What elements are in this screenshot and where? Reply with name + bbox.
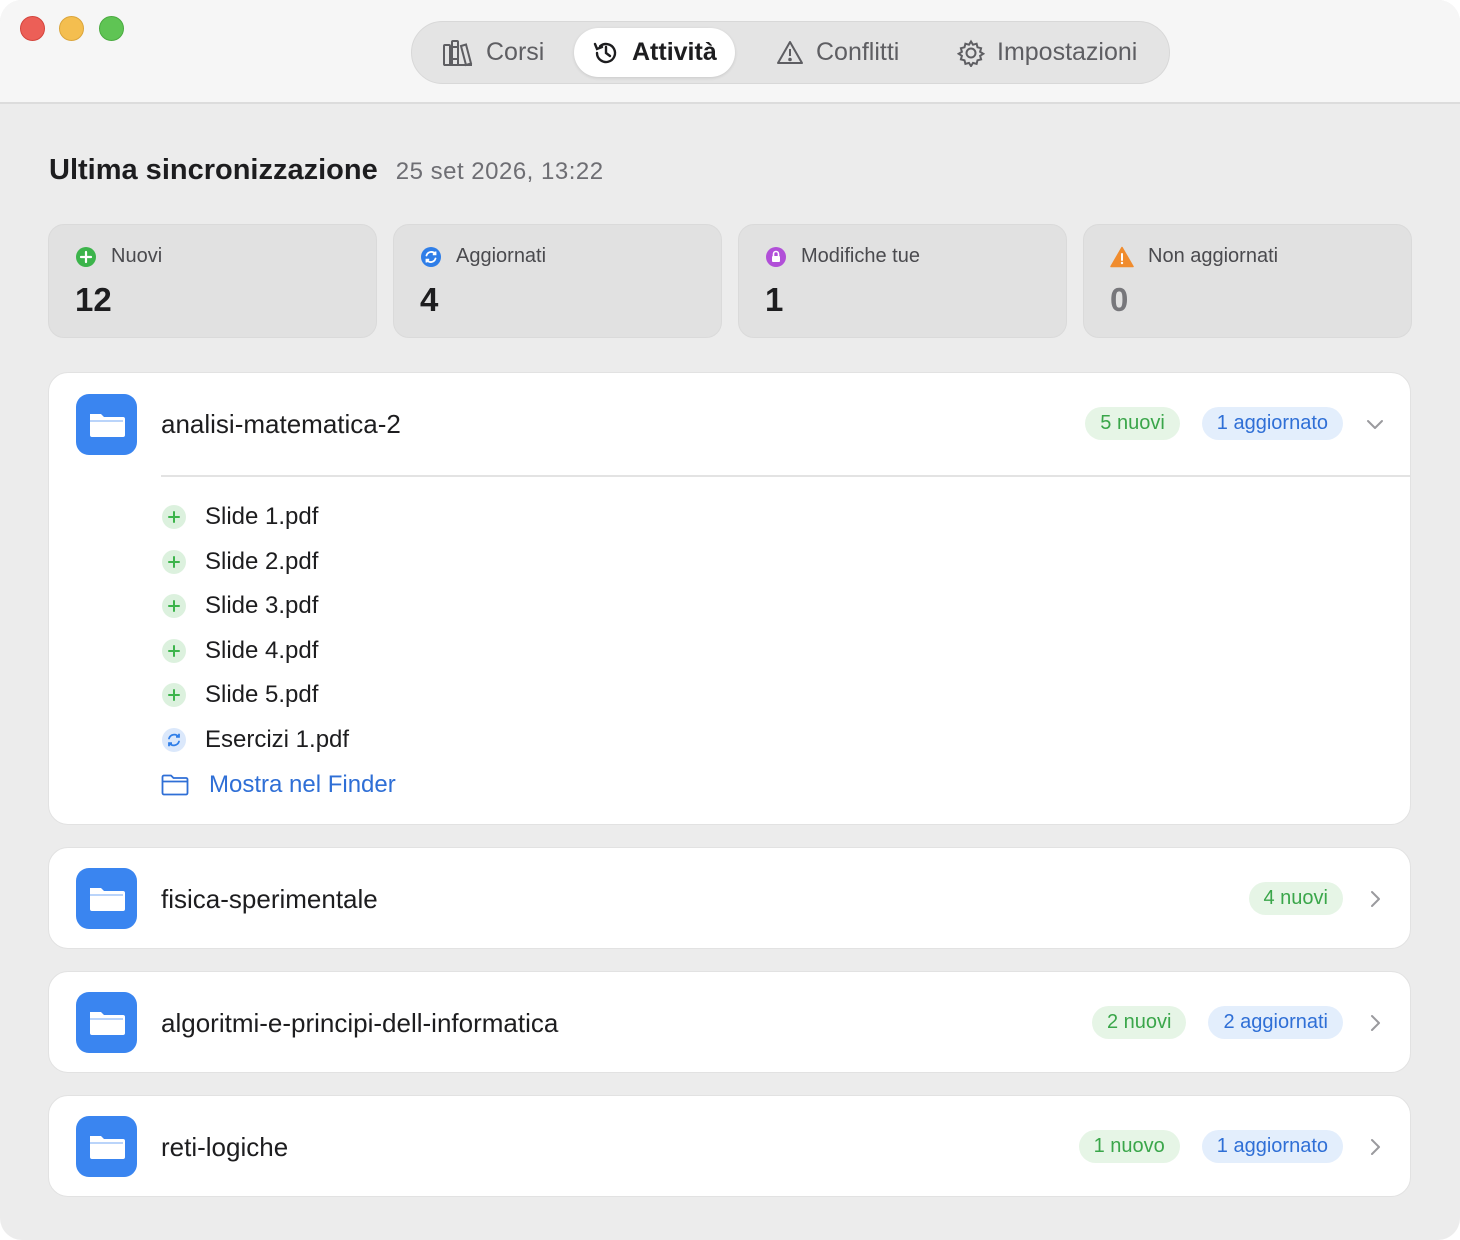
stat-value: 1 — [765, 281, 784, 318]
app-window: Corsi Attività Conflitti Impostazioni Ul… — [0, 0, 1460, 1240]
tab-conflitti-label: Conflitti — [816, 38, 900, 66]
lock-circle-icon — [766, 246, 786, 267]
file-name: Esercizi 1.pdf — [205, 726, 350, 753]
plus-circle-icon — [162, 550, 186, 574]
tab-impostazioni[interactable]: Impostazioni — [939, 28, 1155, 77]
stat-label: Non aggiornati — [1148, 245, 1279, 267]
file-name: Slide 2.pdf — [205, 548, 319, 575]
file-name: Slide 5.pdf — [205, 681, 319, 708]
main-tab-bar: Corsi Attività Conflitti Impostazioni — [411, 21, 1170, 84]
show-in-finder-link[interactable]: Mostra nel Finder — [161, 771, 396, 799]
folder-icon — [76, 394, 137, 455]
sync-timestamp: 25 set 2026, 13:22 — [395, 158, 604, 185]
sync-circle-icon — [421, 246, 441, 267]
course-card-fisica-sperimentale[interactable]: fisica-sperimentale 4 nuovi — [48, 847, 1411, 949]
folder-icon — [76, 1116, 137, 1177]
card-divider — [161, 475, 1410, 477]
file-row[interactable]: Slide 1.pdf — [161, 503, 318, 531]
new-count-badge: 5 nuovi — [1085, 407, 1180, 440]
file-row[interactable]: Slide 4.pdf — [161, 637, 318, 665]
stat-label: Modifiche tue — [801, 245, 920, 267]
chevron-right-icon[interactable] — [1364, 1136, 1386, 1158]
stat-label: Aggiornati — [456, 245, 547, 267]
books-icon — [443, 39, 473, 66]
course-card-algoritmi-e-principi-dell-informatica[interactable]: algoritmi-e-principi-dell-informatica 2 … — [48, 971, 1411, 1073]
warning-triangle-icon — [1110, 246, 1134, 267]
warning-icon — [777, 40, 803, 64]
course-name: analisi-matematica-2 — [161, 409, 401, 439]
zoom-window-button[interactable] — [99, 16, 124, 41]
stat-card-non-aggiornati: Non aggiornati 0 — [1083, 224, 1412, 338]
updated-count-badge: 1 aggiornato — [1201, 407, 1343, 440]
course-name: reti-logiche — [161, 1132, 289, 1162]
course-name: algoritmi-e-principi-dell-informatica — [161, 1008, 559, 1038]
plus-circle-icon — [162, 639, 186, 663]
updated-count-badge: 1 aggiornato — [1201, 1130, 1343, 1163]
file-name: Slide 1.pdf — [205, 503, 319, 530]
stat-value: 12 — [75, 281, 112, 318]
tab-attivita[interactable]: Attività — [574, 28, 735, 77]
sync-circle-icon — [162, 728, 186, 752]
course-name: fisica-sperimentale — [161, 884, 378, 914]
minimize-window-button[interactable] — [59, 16, 84, 41]
sync-heading: Ultima sincronizzazione 25 set 2026, 13:… — [49, 154, 604, 187]
show-in-finder-label: Mostra nel Finder — [209, 771, 396, 798]
stat-card-modifiche-tue: Modifiche tue 1 — [738, 224, 1067, 338]
stat-value: 0 — [1110, 281, 1129, 318]
title-bar: Corsi Attività Conflitti Impostazioni — [0, 0, 1460, 104]
history-icon — [593, 42, 617, 63]
new-count-badge: 1 nuovo — [1078, 1130, 1180, 1163]
stat-value: 4 — [420, 281, 439, 318]
file-row[interactable]: Slide 5.pdf — [161, 681, 318, 709]
sync-title: Ultima sincronizzazione — [49, 154, 378, 186]
file-name: Slide 4.pdf — [205, 637, 319, 664]
folder-outline-icon — [161, 774, 189, 796]
folder-icon — [76, 992, 137, 1053]
file-row[interactable]: Slide 2.pdf — [161, 548, 318, 576]
tab-impostazioni-label: Impostazioni — [997, 38, 1138, 66]
chevron-down-icon[interactable] — [1364, 413, 1386, 435]
tab-corsi[interactable]: Corsi — [424, 28, 562, 77]
tab-attivita-label: Attività — [632, 38, 717, 66]
folder-icon — [76, 868, 137, 929]
course-card-analisi-matematica-2[interactable]: analisi-matematica-2 5 nuovi 1 aggiornat… — [48, 372, 1411, 825]
plus-circle-icon — [162, 683, 186, 707]
course-card-reti-logiche[interactable]: reti-logiche 1 nuovo 1 aggiornato — [48, 1095, 1411, 1197]
plus-circle-icon — [162, 505, 186, 529]
plus-circle-icon — [76, 246, 96, 267]
file-row[interactable]: Slide 3.pdf — [161, 592, 318, 620]
file-row[interactable]: Esercizi 1.pdf — [161, 726, 349, 754]
tab-corsi-label: Corsi — [486, 38, 545, 66]
chevron-right-icon[interactable] — [1364, 1012, 1386, 1034]
new-count-badge: 4 nuovi — [1248, 882, 1343, 915]
plus-circle-icon — [162, 594, 186, 618]
stat-label: Nuovi — [111, 245, 163, 267]
new-count-badge: 2 nuovi — [1091, 1006, 1187, 1039]
stat-card-aggiornati: Aggiornati 4 — [393, 224, 722, 338]
close-window-button[interactable] — [20, 16, 45, 41]
tab-conflitti[interactable]: Conflitti — [758, 28, 917, 77]
gear-icon — [957, 39, 985, 67]
file-name: Slide 3.pdf — [205, 592, 319, 619]
updated-count-badge: 2 aggiornati — [1208, 1006, 1343, 1039]
chevron-right-icon[interactable] — [1364, 888, 1386, 910]
stat-card-nuovi: Nuovi 12 — [48, 224, 377, 338]
